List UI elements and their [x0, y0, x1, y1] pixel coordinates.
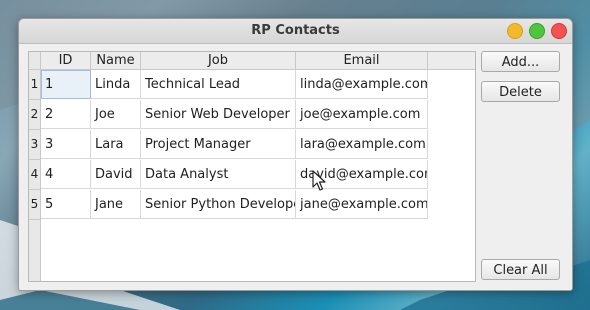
cell-job[interactable]: Senior Python Developer [141, 190, 296, 219]
cell-id[interactable]: 4 [41, 160, 91, 189]
add-button[interactable]: Add... [481, 51, 560, 72]
column-header-id[interactable]: ID [41, 52, 91, 70]
window-title: RP Contacts [251, 23, 340, 38]
column-header-job[interactable]: Job [141, 52, 296, 70]
column-header-name[interactable]: Name [91, 52, 141, 70]
row-header-filler [29, 220, 41, 281]
cell-email[interactable]: jane@example.com [296, 190, 428, 219]
contacts-window: RP Contacts ID Name Job Email 1 1 Linda … [18, 18, 573, 291]
header-filler [428, 52, 475, 70]
cell-name[interactable]: Lara [91, 130, 141, 159]
cell-id[interactable]: 1 [41, 70, 91, 99]
title-bar[interactable]: RP Contacts [19, 19, 572, 44]
row-header-2[interactable]: 2 [29, 100, 41, 130]
cell-job[interactable]: Senior Web Developer [141, 100, 296, 129]
minimize-button[interactable] [507, 23, 523, 39]
row-header-5[interactable]: 5 [29, 190, 41, 220]
column-header-email[interactable]: Email [296, 52, 428, 70]
cell-name[interactable]: Joe [91, 100, 141, 129]
close-button[interactable] [551, 23, 567, 39]
cell-job[interactable]: Project Manager [141, 130, 296, 159]
cell-id[interactable]: 3 [41, 130, 91, 159]
row-header-3[interactable]: 3 [29, 130, 41, 160]
row-header-4[interactable]: 4 [29, 160, 41, 190]
table-corner[interactable] [29, 52, 41, 70]
cell-job[interactable]: Technical Lead [141, 70, 296, 99]
clear-all-button[interactable]: Clear All [481, 259, 560, 280]
cell-name[interactable]: David [91, 160, 141, 189]
delete-button[interactable]: Delete [481, 81, 560, 102]
row-header-1[interactable]: 1 [29, 70, 41, 100]
cell-name[interactable]: Jane [91, 190, 141, 219]
mouse-pointer-icon [312, 170, 326, 191]
cell-email[interactable]: joe@example.com [296, 100, 428, 129]
cell-job[interactable]: Data Analyst [141, 160, 296, 189]
cell-id[interactable]: 2 [41, 100, 91, 129]
cell-name[interactable]: Linda [91, 70, 141, 99]
cell-email[interactable]: linda@example.com [296, 70, 428, 99]
contacts-table[interactable]: ID Name Job Email 1 1 Linda Technical Le… [28, 51, 476, 282]
maximize-button[interactable] [529, 23, 545, 39]
cell-id[interactable]: 5 [41, 190, 91, 219]
cell-email[interactable]: lara@example.com [296, 130, 428, 159]
